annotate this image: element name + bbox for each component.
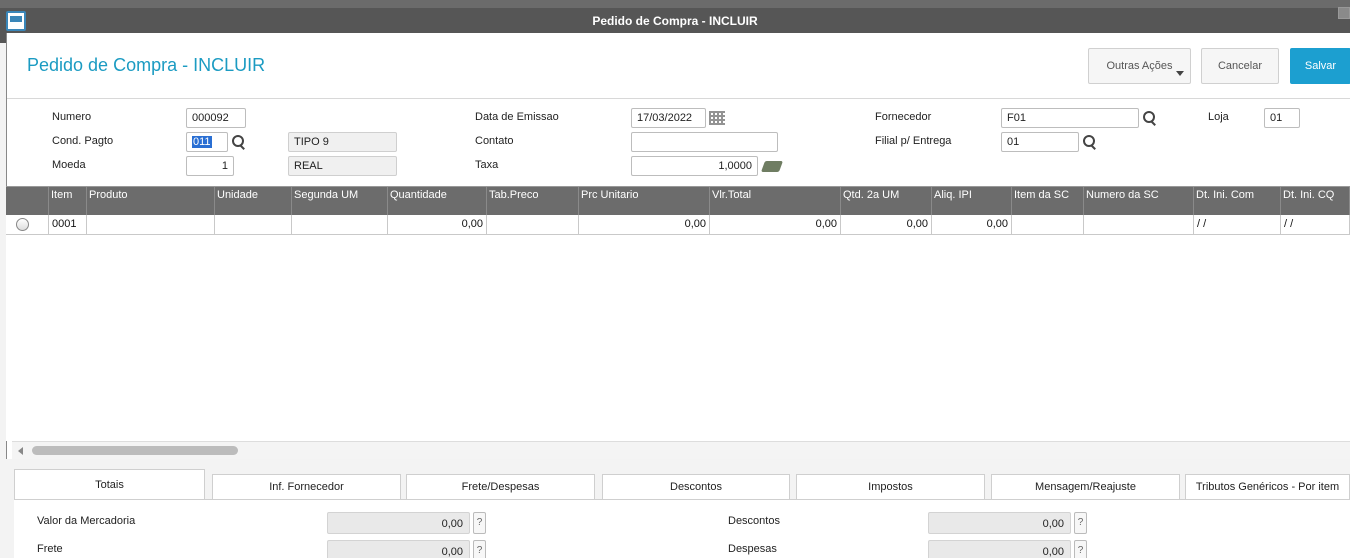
help-icon[interactable]: ? bbox=[473, 512, 486, 534]
titlebar-strip bbox=[0, 0, 1350, 8]
cancel-button[interactable]: Cancelar bbox=[1201, 48, 1279, 84]
tab-mensagem-reajuste[interactable]: Mensagem/Reajuste bbox=[991, 474, 1180, 500]
filial-entrega-field[interactable]: 01 bbox=[1001, 132, 1079, 152]
table-cell[interactable]: 0,00 bbox=[388, 215, 487, 234]
search-icon[interactable] bbox=[232, 135, 246, 149]
moeda-field[interactable]: 1 bbox=[186, 156, 234, 176]
cond-pagto-label: Cond. Pagto bbox=[52, 135, 114, 147]
table-cell[interactable] bbox=[215, 215, 292, 234]
cond-pagto-desc-field: TIPO 9 bbox=[288, 132, 397, 152]
radio-icon[interactable] bbox=[16, 218, 29, 231]
window-title: Pedido de Compra - INCLUIR bbox=[592, 14, 758, 28]
loja-label: Loja bbox=[1208, 111, 1229, 123]
valor-mercadoria-field: 0,00 bbox=[327, 512, 470, 534]
horizontal-scrollbar[interactable] bbox=[12, 441, 1350, 459]
filial-entrega-label: Filial p/ Entrega bbox=[875, 135, 952, 147]
scrollbar-thumb[interactable] bbox=[32, 446, 238, 455]
table-cell[interactable] bbox=[292, 215, 388, 234]
col-header[interactable]: Prc Unitario bbox=[579, 187, 710, 215]
tab-tributos-genericos[interactable]: Tributos Genéricos - Por item bbox=[1185, 474, 1350, 500]
save-button[interactable]: Salvar bbox=[1290, 48, 1350, 84]
totals-section: Totais Inf. Fornecedor Frete/Despesas De… bbox=[6, 459, 1350, 558]
table-cell[interactable]: / / bbox=[1281, 215, 1350, 234]
col-header[interactable]: Item bbox=[49, 187, 87, 215]
taxa-label: Taxa bbox=[475, 159, 499, 171]
numero-field[interactable]: 000092 bbox=[186, 108, 246, 128]
table-cell[interactable] bbox=[1084, 215, 1194, 234]
grid-header: Item Produto Unidade Segunda UM Quantida… bbox=[6, 187, 1350, 215]
header-fields: Numero 000092 Cond. Pagto 011 TIPO 9 Moe… bbox=[7, 100, 1350, 186]
moeda-desc-field: REAL bbox=[288, 156, 397, 176]
fornecedor-field[interactable]: F01 bbox=[1001, 108, 1139, 128]
cond-pagto-field[interactable]: 011 bbox=[186, 132, 228, 152]
table-cell[interactable]: 0,00 bbox=[710, 215, 841, 234]
other-actions-label: Outras Ações bbox=[1106, 60, 1173, 72]
col-header[interactable]: Dt. Ini. CQ bbox=[1281, 187, 1350, 215]
loja-field[interactable]: 01 bbox=[1264, 108, 1300, 128]
table-cell[interactable] bbox=[487, 215, 579, 234]
table-cell[interactable] bbox=[87, 215, 215, 234]
table-cell[interactable]: 0001 bbox=[49, 215, 87, 234]
table-cell[interactable] bbox=[1012, 215, 1084, 234]
col-header[interactable]: Qtd. 2a UM bbox=[841, 187, 932, 215]
table-cell[interactable]: 0,00 bbox=[579, 215, 710, 234]
contato-label: Contato bbox=[475, 135, 514, 147]
window-control-icon[interactable] bbox=[1338, 7, 1350, 19]
col-header[interactable]: Quantidade bbox=[388, 187, 487, 215]
page-title: Pedido de Compra - INCLUIR bbox=[27, 55, 266, 75]
search-icon[interactable] bbox=[1083, 135, 1097, 149]
tab-impostos[interactable]: Impostos bbox=[796, 474, 985, 500]
col-header[interactable]: Item da SC bbox=[1012, 187, 1084, 215]
col-header[interactable]: Numero da SC bbox=[1084, 187, 1194, 215]
scroll-left-icon[interactable] bbox=[18, 447, 23, 455]
cond-pagto-value: 011 bbox=[192, 136, 212, 148]
taxa-field[interactable]: 1,0000 bbox=[631, 156, 758, 176]
money-icon[interactable] bbox=[760, 161, 784, 172]
calendar-icon[interactable] bbox=[709, 111, 725, 125]
valor-mercadoria-label: Valor da Mercadoria bbox=[37, 515, 136, 527]
row-select-cell[interactable] bbox=[6, 215, 49, 234]
despesas-label: Despesas bbox=[728, 543, 777, 555]
data-emissao-label: Data de Emissao bbox=[475, 111, 559, 123]
page-header: Pedido de Compra - INCLUIR Outras Ações … bbox=[7, 33, 1350, 99]
col-header[interactable]: Produto bbox=[87, 187, 215, 215]
col-header[interactable]: Segunda UM bbox=[292, 187, 388, 215]
col-header[interactable]: Vlr.Total bbox=[710, 187, 841, 215]
data-emissao-field[interactable]: 17/03/2022 bbox=[631, 108, 706, 128]
table-cell[interactable]: / / bbox=[1194, 215, 1281, 234]
numero-label: Numero bbox=[52, 111, 92, 123]
table-cell[interactable]: 0,00 bbox=[932, 215, 1012, 234]
items-grid: Item Produto Unidade Segunda UM Quantida… bbox=[6, 186, 1350, 441]
frete-label: Frete bbox=[37, 543, 63, 555]
help-icon[interactable]: ? bbox=[1074, 540, 1087, 558]
col-header[interactable]: Aliq. IPI bbox=[932, 187, 1012, 215]
col-header[interactable]: Dt. Ini. Com bbox=[1194, 187, 1281, 215]
contato-field[interactable] bbox=[631, 132, 778, 152]
other-actions-button[interactable]: Outras Ações bbox=[1088, 48, 1191, 84]
despesas-field: 0,00 bbox=[928, 540, 1071, 558]
tab-descontos[interactable]: Descontos bbox=[602, 474, 790, 500]
search-icon[interactable] bbox=[1143, 111, 1157, 125]
descontos-field: 0,00 bbox=[928, 512, 1071, 534]
descontos-label: Descontos bbox=[728, 515, 780, 527]
moeda-label: Moeda bbox=[52, 159, 86, 171]
tab-frete-despesas[interactable]: Frete/Despesas bbox=[406, 474, 595, 500]
tab-inf-fornecedor[interactable]: Inf. Fornecedor bbox=[212, 474, 401, 500]
col-header[interactable]: Tab.Preco bbox=[487, 187, 579, 215]
totals-panel: Valor da Mercadoria 0,00 ? Frete 0,00 ? … bbox=[14, 499, 1350, 558]
table-cell[interactable]: 0,00 bbox=[841, 215, 932, 234]
frete-field: 0,00 bbox=[327, 540, 470, 558]
fornecedor-label: Fornecedor bbox=[875, 111, 932, 123]
grid-header-select bbox=[6, 187, 49, 215]
chevron-down-icon bbox=[1176, 71, 1184, 76]
col-header[interactable]: Unidade bbox=[215, 187, 292, 215]
tab-totais[interactable]: Totais bbox=[14, 469, 205, 500]
help-icon[interactable]: ? bbox=[1074, 512, 1087, 534]
table-row[interactable]: 0001 0,00 0,00 0,00 0,00 0,00 / / / / bbox=[6, 215, 1350, 235]
help-icon[interactable]: ? bbox=[473, 540, 486, 558]
